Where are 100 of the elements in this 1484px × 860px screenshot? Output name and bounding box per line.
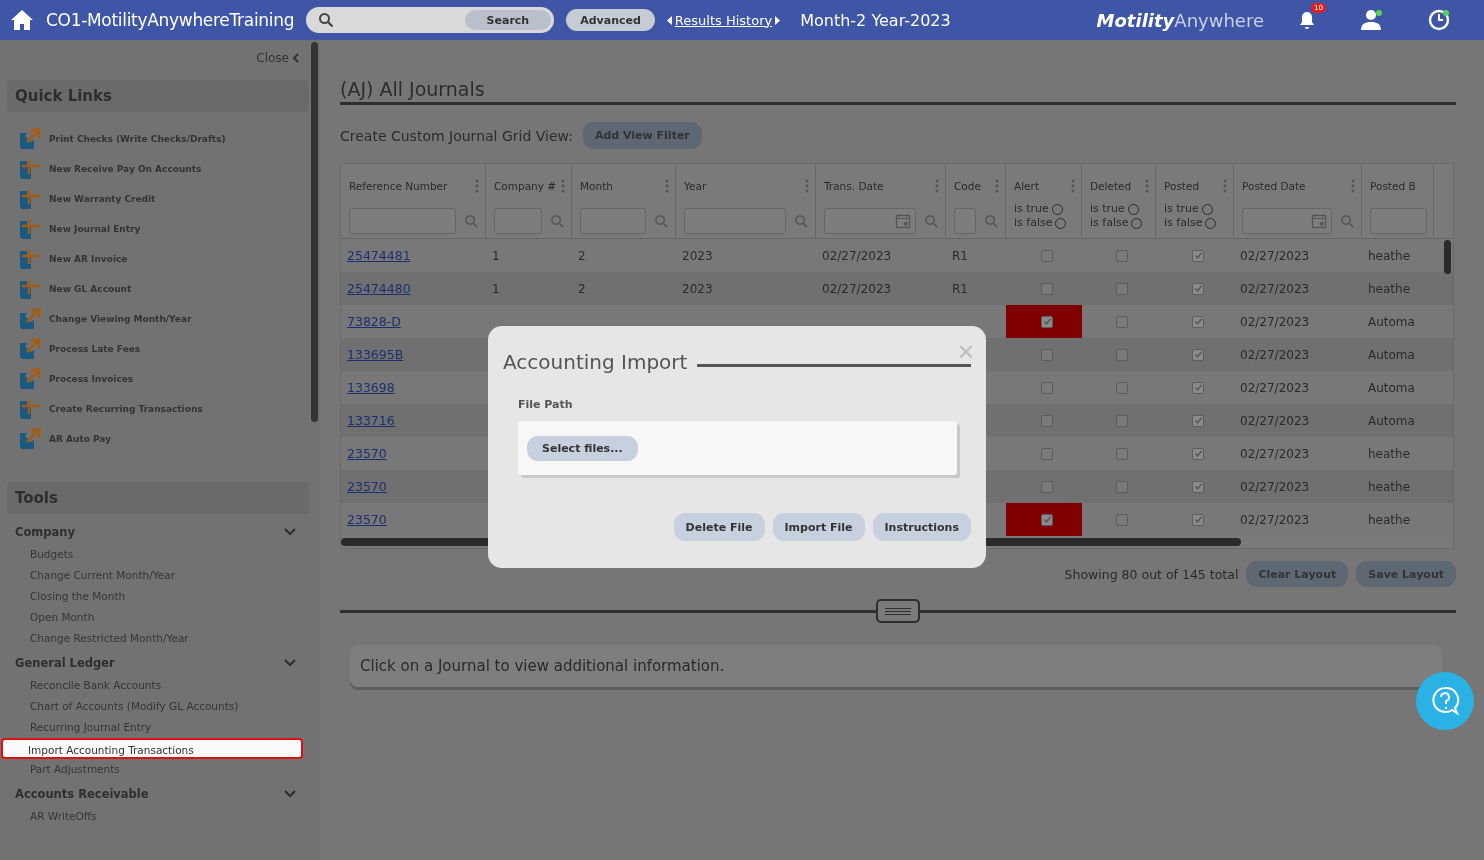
search-icon[interactable] (654, 213, 669, 229)
calendar-icon[interactable] (895, 213, 911, 229)
tool-link[interactable]: AR WriteOffs (3, 806, 305, 827)
dialog-button[interactable]: Delete File (673, 513, 765, 541)
reference-link[interactable]: 73828-D (347, 314, 401, 329)
select-files-button[interactable]: Select files... (527, 435, 638, 461)
results-history-link[interactable]: Results History (674, 12, 773, 28)
tool-link[interactable]: Budgets (3, 544, 305, 565)
checkbox[interactable] (1192, 513, 1204, 526)
caret-left-icon[interactable] (666, 15, 672, 25)
reference-link[interactable]: 23570 (347, 479, 387, 494)
checkbox[interactable] (1116, 480, 1128, 493)
search-icon[interactable] (464, 213, 479, 229)
column-menu-icon[interactable] (475, 179, 479, 193)
quick-link[interactable]: New Receive Pay On Accounts (3, 154, 311, 184)
date-filter-field[interactable] (1242, 208, 1332, 234)
search-icon[interactable] (794, 213, 809, 229)
reference-link[interactable]: 25474480 (347, 281, 411, 296)
column-header[interactable]: Posted (1164, 180, 1200, 192)
column-menu-icon[interactable] (805, 179, 809, 193)
checkbox[interactable] (1041, 447, 1053, 460)
column-header[interactable]: Posted B (1370, 180, 1416, 192)
column-header[interactable]: Trans. Date (824, 180, 884, 192)
search-icon[interactable] (1340, 213, 1355, 229)
column-header[interactable]: Reference Number (349, 180, 448, 192)
tool-link[interactable]: Chart of Accounts (Modify GL Accounts) (3, 696, 305, 717)
reference-link[interactable]: 133716 (347, 413, 395, 428)
is-false-filter[interactable]: is false (1090, 216, 1149, 230)
save-layout-button[interactable]: Save Layout (1356, 561, 1456, 587)
reference-link[interactable]: 25474481 (347, 248, 411, 263)
tool-link[interactable]: Reconcile Bank Accounts (3, 675, 305, 696)
checkbox[interactable] (1116, 381, 1128, 394)
checkbox[interactable] (1041, 282, 1053, 295)
reference-link[interactable]: 133698 (347, 380, 395, 395)
checkbox[interactable] (1192, 348, 1204, 361)
quick-link[interactable]: New Journal Entry (3, 214, 311, 244)
checkbox[interactable] (1192, 480, 1204, 493)
checkbox[interactable] (1116, 315, 1128, 328)
quick-link[interactable]: Change Viewing Month/Year (3, 304, 311, 334)
splitter-handle[interactable] (876, 599, 920, 623)
help-button[interactable] (1416, 672, 1474, 730)
is-true-filter[interactable]: is true (1090, 202, 1149, 216)
checkbox[interactable] (1116, 249, 1128, 262)
column-menu-icon[interactable] (935, 179, 939, 193)
search-icon[interactable] (550, 213, 565, 229)
home-icon[interactable] (10, 9, 34, 31)
quick-link[interactable]: Process Invoices (3, 364, 311, 394)
tool-link[interactable]: Change Restricted Month/Year (3, 628, 305, 649)
tool-link[interactable]: Part Adjustments (3, 759, 305, 780)
caret-right-icon[interactable] (775, 15, 781, 25)
search-icon[interactable] (984, 213, 999, 229)
checkbox[interactable] (1041, 381, 1053, 394)
checkbox[interactable] (1192, 282, 1204, 295)
checkbox[interactable] (1041, 480, 1053, 493)
checkbox[interactable] (1041, 315, 1053, 328)
column-header[interactable]: Deleted (1090, 180, 1132, 192)
clear-layout-button[interactable]: Clear Layout (1246, 561, 1349, 587)
tool-group-header[interactable]: Company (3, 520, 303, 544)
date-filter-field[interactable] (824, 208, 916, 234)
tool-link[interactable]: Open Month (3, 607, 305, 628)
clock-icon[interactable] (1428, 9, 1450, 31)
reference-link[interactable]: 23570 (347, 512, 387, 527)
checkbox[interactable] (1041, 348, 1053, 361)
calendar-icon[interactable] (1311, 213, 1327, 229)
is-false-filter[interactable]: is false (1014, 216, 1075, 230)
tool-link[interactable]: Change Current Month/Year (3, 565, 305, 586)
quick-link[interactable]: New AR Invoice (3, 244, 311, 274)
reference-link[interactable]: 133695B (347, 347, 404, 362)
column-header[interactable]: Posted Date (1242, 180, 1306, 192)
vertical-scrollbar[interactable] (1444, 240, 1451, 274)
close-sidebar-button[interactable]: Close (250, 50, 305, 66)
file-drop-area[interactable]: Select files... (518, 421, 957, 475)
column-menu-icon[interactable] (1223, 179, 1227, 193)
is-false-filter[interactable]: is false (1164, 216, 1227, 230)
column-header[interactable]: Year (684, 180, 707, 192)
column-header[interactable]: Code (954, 180, 981, 192)
column-menu-icon[interactable] (665, 179, 669, 193)
checkbox[interactable] (1192, 414, 1204, 427)
checkbox[interactable] (1116, 414, 1128, 427)
checkbox[interactable] (1041, 414, 1053, 427)
close-button[interactable]: × (957, 338, 974, 366)
checkbox[interactable] (1041, 249, 1053, 262)
tool-link[interactable]: Recurring Journal Entry (3, 717, 305, 738)
checkbox[interactable] (1041, 513, 1053, 526)
quick-link[interactable]: Create Recurring Transactions (3, 394, 311, 424)
is-true-filter[interactable]: is true (1164, 202, 1227, 216)
column-menu-icon[interactable] (1145, 179, 1149, 193)
checkbox[interactable] (1192, 315, 1204, 328)
quick-link[interactable]: New Warranty Credit (3, 184, 311, 214)
tool-group-header[interactable]: Accounts Receivable (3, 782, 303, 806)
user-icon[interactable] (1360, 9, 1384, 31)
checkbox[interactable] (1116, 348, 1128, 361)
tool-link[interactable]: Closing the Month (3, 586, 305, 607)
is-true-filter[interactable]: is true (1014, 202, 1075, 216)
sidebar-scrollbar[interactable] (311, 42, 318, 422)
search-field[interactable]: Search (306, 7, 555, 33)
quick-link[interactable]: Print Checks (Write Checks/Drafts) (3, 124, 311, 154)
advanced-button[interactable]: Advanced (566, 9, 655, 31)
tool-link[interactable]: Import Accounting Transactions (1, 738, 303, 759)
quick-link[interactable]: AR Auto Pay (3, 424, 311, 454)
